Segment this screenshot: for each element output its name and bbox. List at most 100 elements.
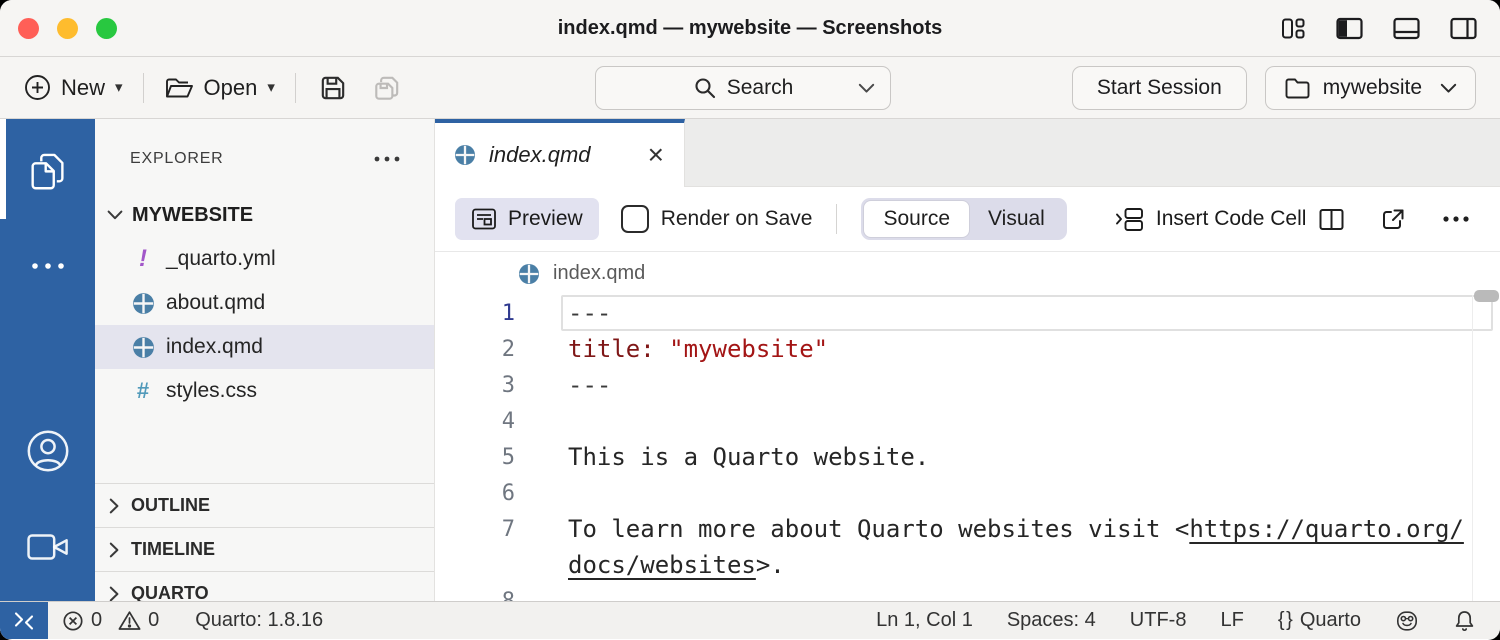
css-file-icon: # — [130, 378, 156, 404]
more-actions-button[interactable] — [1438, 211, 1474, 227]
code-line-wrap: docs/websites>. — [435, 547, 1500, 583]
section-timeline[interactable]: TIMELINE — [95, 527, 435, 571]
workspace-root-row[interactable]: MYWEBSITE — [95, 193, 435, 237]
open-dropdown-caret-icon: ▾ — [267, 80, 275, 95]
file-name: styles.css — [166, 379, 257, 403]
explorer-view-button[interactable] — [0, 147, 95, 195]
breadcrumb-item[interactable]: index.qmd — [553, 262, 645, 285]
quarto-file-icon — [453, 143, 477, 167]
new-button-label: New — [61, 75, 105, 101]
chevron-right-icon — [109, 586, 119, 602]
account-icon — [24, 427, 72, 475]
toggle-secondary-sidebar-button[interactable] — [1447, 13, 1480, 44]
code-line: 2 title: "mywebsite" — [435, 331, 1500, 367]
line-number: 8 — [435, 589, 515, 602]
split-editor-button[interactable] — [1314, 203, 1349, 236]
code-token: --- — [568, 299, 611, 327]
insert-code-cell-label: Insert Code Cell — [1156, 207, 1307, 231]
file-row-about-qmd[interactable]: about.qmd — [95, 281, 435, 325]
source-visual-toggle: Source Visual — [861, 198, 1066, 240]
tab-close-button[interactable]: × — [646, 141, 666, 169]
chevron-right-icon — [109, 542, 119, 558]
sidebar-title: EXPLORER — [130, 150, 224, 168]
search-input[interactable]: Search — [595, 66, 891, 110]
save-all-button[interactable] — [368, 69, 406, 107]
quarto-version-item[interactable]: Quarto: 1.8.16 — [195, 609, 323, 632]
workspace-label: mywebsite — [1323, 76, 1422, 100]
warning-count: 0 — [148, 609, 159, 632]
top-action-bar: New ▾ Open ▾ — [0, 57, 1500, 119]
line-number: 2 — [435, 337, 515, 362]
save-button[interactable] — [314, 69, 352, 107]
toggle-panel-button[interactable] — [1390, 13, 1423, 44]
eol-item[interactable]: LF — [1220, 609, 1243, 632]
account-button[interactable] — [0, 427, 95, 475]
new-dropdown-caret-icon: ▾ — [115, 80, 123, 95]
render-on-save-checkbox[interactable] — [621, 205, 649, 233]
file-name: _quarto.yml — [166, 247, 276, 271]
feedback-button[interactable] — [1395, 609, 1419, 633]
line-number: 6 — [435, 481, 515, 506]
video-camera-icon — [25, 530, 71, 564]
tab-index-qmd[interactable]: index.qmd × — [435, 119, 685, 187]
editor-right-actions — [1314, 203, 1474, 236]
screenshot-camera-button[interactable] — [0, 523, 95, 571]
search-icon — [693, 76, 717, 100]
file-row-styles-css[interactable]: # styles.css — [95, 369, 435, 413]
render-on-save-label: Render on Save — [661, 207, 813, 231]
minimize-window-button[interactable] — [57, 18, 78, 39]
source-mode-button[interactable]: Source — [864, 201, 969, 237]
zoom-window-button[interactable] — [96, 18, 117, 39]
explorer-sidebar: EXPLORER MYWEBSITE ! _quarto.yml abou — [95, 119, 435, 601]
explorer-more-actions-button[interactable] — [371, 153, 403, 165]
problems-button[interactable]: 0 0 — [62, 609, 159, 632]
session-controls: Start Session mywebsite — [1072, 66, 1476, 110]
chevron-down-icon — [107, 210, 123, 220]
status-left: 0 0 Quarto: 1.8.16 — [62, 609, 323, 632]
open-button-label: Open — [204, 75, 258, 101]
code-line: 7 To learn more about Quarto websites vi… — [435, 511, 1500, 547]
preview-button-label: Preview — [508, 207, 583, 231]
chevron-down-icon — [858, 83, 875, 94]
cursor-position-item[interactable]: Ln 1, Col 1 — [876, 609, 973, 632]
insert-code-cell-button[interactable]: Insert Code Cell — [1109, 205, 1313, 234]
code-token: "mywebsite" — [655, 335, 828, 363]
error-count: 0 — [91, 609, 102, 632]
section-label: OUTLINE — [131, 495, 210, 516]
quarto-docs-link[interactable]: docs/websites — [568, 551, 756, 579]
notifications-button[interactable] — [1453, 609, 1476, 633]
code-line: 1 --- — [435, 295, 1500, 331]
line-number: 1 — [435, 301, 515, 326]
start-session-button[interactable]: Start Session — [1072, 66, 1247, 110]
file-name: index.qmd — [166, 335, 263, 359]
open-button[interactable]: Open ▾ — [162, 71, 277, 105]
toggle-primary-sidebar-button[interactable] — [1333, 13, 1366, 44]
folder-icon — [1284, 76, 1311, 100]
language-mode-item[interactable]: { } Quarto — [1278, 609, 1361, 632]
file-row-quarto-yml[interactable]: ! _quarto.yml — [95, 237, 435, 281]
indentation-item[interactable]: Spaces: 4 — [1007, 609, 1096, 632]
visual-mode-button[interactable]: Visual — [969, 201, 1064, 237]
new-button[interactable]: New ▾ — [22, 70, 125, 105]
close-window-button[interactable] — [18, 18, 39, 39]
encoding-item[interactable]: UTF-8 — [1130, 609, 1187, 632]
search-label: Search — [727, 76, 794, 100]
quarto-docs-link[interactable]: https://quarto.org/ — [1189, 515, 1464, 543]
more-views-button[interactable] — [0, 242, 95, 290]
error-icon — [62, 610, 84, 632]
code-editor[interactable]: 1 --- 2 title: "mywebsite" 3 --- 4 5 — [435, 295, 1500, 601]
workspace-switcher-button[interactable]: mywebsite — [1265, 66, 1476, 110]
activity-bar — [0, 119, 95, 601]
file-row-index-qmd[interactable]: index.qmd — [95, 325, 435, 369]
code-line: 8 — [435, 583, 1500, 601]
customize-layout-button[interactable] — [1278, 13, 1309, 44]
open-external-button[interactable] — [1376, 203, 1411, 236]
section-outline[interactable]: OUTLINE — [95, 483, 435, 527]
remote-icon — [12, 609, 36, 633]
preview-button[interactable]: Preview — [455, 198, 599, 240]
toolbar-divider — [295, 73, 296, 103]
scrollbar-thumb[interactable] — [1474, 290, 1499, 302]
braces-icon: { } — [1278, 609, 1293, 632]
section-quarto[interactable]: QUARTO — [95, 571, 435, 601]
remote-indicator-button[interactable] — [0, 602, 48, 639]
